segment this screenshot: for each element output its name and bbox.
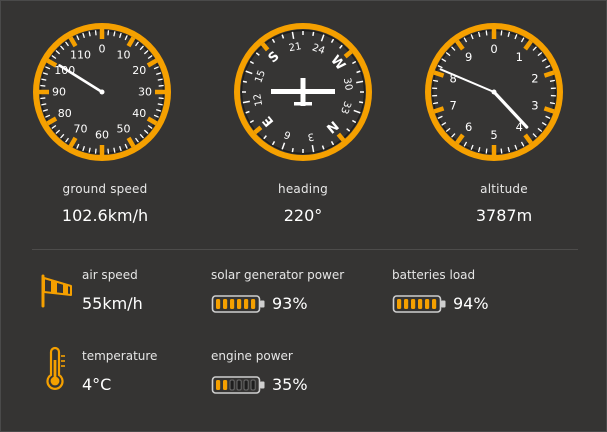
heading-numeral: 12 — [252, 93, 265, 107]
section-divider — [32, 249, 578, 250]
solar-power-battery-icon — [211, 295, 265, 313]
altitude-numeral: 5 — [490, 128, 497, 142]
engine-power-value: 35% — [272, 375, 308, 394]
engine-power-battery-icon — [211, 376, 265, 394]
batteries-load-value: 94% — [453, 294, 489, 313]
ground-speed-label: ground speed — [62, 182, 148, 196]
battery-segment — [216, 299, 221, 309]
battery-segment — [229, 379, 235, 391]
temperature-label: temperature — [82, 349, 158, 363]
ground-speed-numeral: 50 — [117, 123, 131, 136]
altitude-label: altitude — [480, 182, 528, 196]
altitude-numeral: 1 — [516, 50, 523, 64]
altitude-numeral: 9 — [465, 50, 472, 64]
battery-segment — [216, 380, 221, 390]
altitude-numeral: 0 — [490, 42, 497, 56]
heading-gauge: N 3 6 E 12 15 S 21 24 W 30 33 — [233, 22, 373, 162]
heading-numeral: 30 — [341, 77, 354, 91]
ground-speed-numeral: 90 — [52, 86, 66, 99]
battery-segment — [432, 299, 437, 309]
altitude-numeral: 7 — [449, 98, 456, 112]
altitude-numeral: 6 — [465, 120, 472, 134]
altitude-numeral: 3 — [531, 98, 538, 112]
battery-segment — [397, 299, 402, 309]
battery-segment — [251, 299, 256, 309]
ground-speed-numeral: 110 — [70, 48, 91, 61]
ground-speed-gauge: 0 10 20 30 40 50 60 70 80 90 100 110 — [32, 22, 172, 162]
solar-power-value: 93% — [272, 294, 308, 313]
altitude-numeral: 2 — [531, 72, 538, 86]
heading-numeral: 21 — [288, 41, 302, 54]
ground-speed-numeral: 30 — [138, 86, 152, 99]
battery-segment — [418, 299, 423, 309]
battery-segment — [223, 380, 228, 390]
heading-label: heading — [278, 182, 328, 196]
battery-segment — [404, 299, 409, 309]
ground-speed-numeral: 40 — [132, 107, 146, 120]
windsock-icon — [41, 274, 72, 308]
ground-speed-value: 102.6km/h — [61, 206, 149, 225]
thermometer-icon — [46, 346, 65, 390]
ground-speed-numeral: 20 — [132, 64, 146, 77]
battery-segment — [230, 299, 235, 309]
ground-speed-numeral: 60 — [95, 129, 109, 142]
altitude-value: 3787m — [475, 206, 533, 225]
batteries-load-label: batteries load — [392, 268, 476, 282]
battery-segment — [223, 299, 228, 309]
battery-segment — [236, 379, 242, 391]
ground-speed-numeral: 100 — [54, 64, 75, 77]
battery-segment — [411, 299, 416, 309]
air-speed-value: 55km/h — [82, 294, 143, 313]
battery-segment — [425, 299, 430, 309]
battery-segment — [250, 379, 256, 391]
batteries-load-battery-icon — [392, 295, 446, 313]
battery-segment — [243, 379, 249, 391]
battery-segment — [244, 299, 249, 309]
temperature-value: 4°C — [82, 375, 112, 394]
air-speed-label: air speed — [82, 268, 138, 282]
ground-speed-numeral: 80 — [58, 107, 72, 120]
battery-segment — [237, 299, 242, 309]
ground-speed-numeral: 0 — [99, 43, 106, 56]
ground-speed-dial: 0 1020 30 4050 60 7080 90 100 110 — [33, 23, 171, 161]
solar-power-label: solar generator power — [211, 268, 345, 282]
ground-speed-numeral: 10 — [117, 48, 131, 61]
ground-speed-numeral: 70 — [74, 123, 88, 136]
engine-power-label: engine power — [211, 349, 293, 363]
altitude-gauge: 0123456789 — [424, 22, 564, 162]
altitude-dial: 0123456789 — [425, 23, 563, 161]
heading-value: 220° — [283, 206, 323, 225]
heading-dial: N36E1215S21 24W3033 — [234, 23, 372, 161]
